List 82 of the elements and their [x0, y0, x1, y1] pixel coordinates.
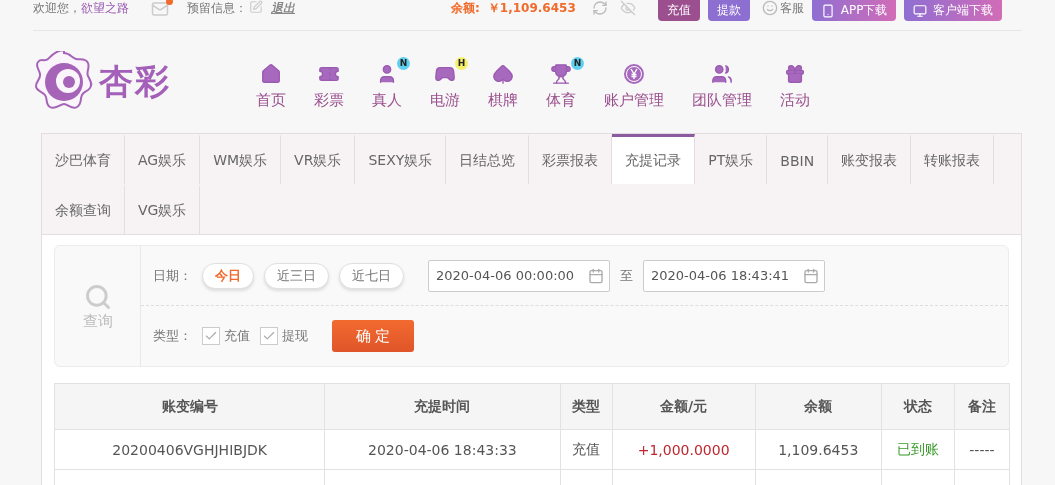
query-label: 查询 [82, 313, 113, 329]
nav-item[interactable]: N 体育 [534, 54, 592, 110]
trophy-icon [550, 62, 572, 85]
yen-coin-icon [623, 62, 645, 85]
type-checkbox[interactable] [260, 327, 278, 345]
calendar-icon[interactable] [588, 267, 604, 284]
support-icon[interactable] [761, 0, 778, 16]
check-icon [204, 329, 218, 343]
nav-badge: N [571, 56, 584, 70]
nav-item[interactable]: N 真人 [360, 54, 418, 110]
message-label: 预留信息： [187, 0, 247, 16]
download-button[interactable]: 客户端下载 [904, 0, 1003, 21]
report-tab[interactable]: VG娱乐 [125, 184, 201, 234]
monitor-icon [913, 3, 928, 18]
table-cell: 1,109.6453 [755, 429, 882, 470]
table-cell: 已到账 [881, 429, 955, 470]
phone-icon [820, 3, 835, 18]
report-tab[interactable]: BBIN [767, 134, 829, 184]
hide-icon[interactable] [619, 0, 636, 16]
report-tab[interactable]: 余额查询 [42, 184, 125, 234]
check-icon [262, 329, 276, 343]
nav-item[interactable]: 彩票 [302, 54, 360, 110]
column-header: 状态 [881, 383, 955, 430]
type-label: 类型： [153, 328, 192, 344]
gift-icon [784, 62, 806, 85]
to-label: 至 [620, 267, 633, 284]
report-tab[interactable]: 充提记录 [612, 134, 696, 184]
report-tab[interactable]: 转账报表 [911, 134, 995, 184]
search-icon [83, 283, 112, 311]
report-tab[interactable]: WM娱乐 [200, 134, 282, 184]
home-icon [260, 62, 282, 85]
nav-item[interactable]: 首页 [244, 54, 302, 110]
balance-amount: ￥1,109.6453 [487, 0, 576, 16]
column-header: 余额 [755, 383, 882, 430]
date-range-button[interactable]: 近七日 [339, 262, 404, 289]
start-date-field[interactable]: 2020-04-06 00:00:00 [428, 259, 610, 292]
column-header: 备注 [954, 383, 1010, 430]
column-header: 类型 [560, 383, 613, 430]
balance-label: 余额: [451, 0, 480, 16]
type-option-label: 提现 [282, 328, 308, 344]
end-date-field[interactable]: 2020-04-06 18:43:41 [643, 259, 825, 292]
table-cell: 20200406VGHJHIBJDK [54, 429, 325, 470]
report-tab[interactable]: 日结总览 [446, 134, 530, 184]
table-cell: +1,000.0000 [612, 429, 756, 470]
username: 欲望之路 [81, 0, 129, 16]
report-tab[interactable]: VR娱乐 [281, 134, 356, 184]
refresh-icon[interactable] [591, 0, 608, 16]
calendar-icon[interactable] [803, 267, 819, 284]
nav-item[interactable]: 账户管理 [592, 54, 680, 110]
type-checkbox[interactable] [202, 327, 220, 345]
nav-item[interactable]: H 电游 [418, 54, 476, 110]
date-range-button[interactable]: 今日 [202, 262, 254, 289]
mail-icon [151, 0, 169, 18]
column-header: 充提时间 [324, 383, 560, 430]
date-label: 日期： [153, 267, 192, 284]
nav-item[interactable]: 棋牌 [476, 54, 534, 110]
report-tab[interactable]: 账变报表 [828, 134, 912, 184]
report-tab[interactable]: 沙巴体育 [42, 134, 125, 184]
support-link[interactable]: 客服 [779, 0, 804, 16]
nav-badge: H [455, 56, 468, 70]
table-cell: 充值 [560, 429, 613, 470]
team-icon [711, 62, 733, 85]
logo-text: 杏彩 [99, 60, 171, 103]
welcome-text: 欢迎您， [33, 0, 81, 16]
report-tab[interactable]: PT娱乐 [695, 134, 768, 184]
nav-badge: N [397, 56, 410, 70]
column-header: 金额/元 [612, 383, 756, 430]
report-tab[interactable]: SEXY娱乐 [355, 134, 447, 184]
type-option-label: 充值 [224, 328, 250, 344]
nav-item[interactable]: 团队管理 [680, 54, 768, 110]
column-header: 账变编号 [54, 383, 325, 430]
report-tab[interactable]: AG娱乐 [125, 134, 201, 184]
table-cell: ----- [954, 429, 1010, 470]
withdraw-button[interactable]: 提款 [707, 0, 750, 21]
deposit-button[interactable]: 充值 [657, 0, 700, 21]
logout-link[interactable]: 退出 [271, 0, 295, 16]
confirm-button[interactable]: 确 定 [332, 320, 414, 352]
download-button[interactable]: APP下载 [811, 0, 897, 21]
date-range-button[interactable]: 近三日 [264, 262, 329, 289]
edit-icon[interactable] [249, 0, 263, 14]
nav-item[interactable]: 活动 [768, 54, 826, 110]
table-cell: 2020-04-06 18:43:33 [324, 429, 560, 470]
